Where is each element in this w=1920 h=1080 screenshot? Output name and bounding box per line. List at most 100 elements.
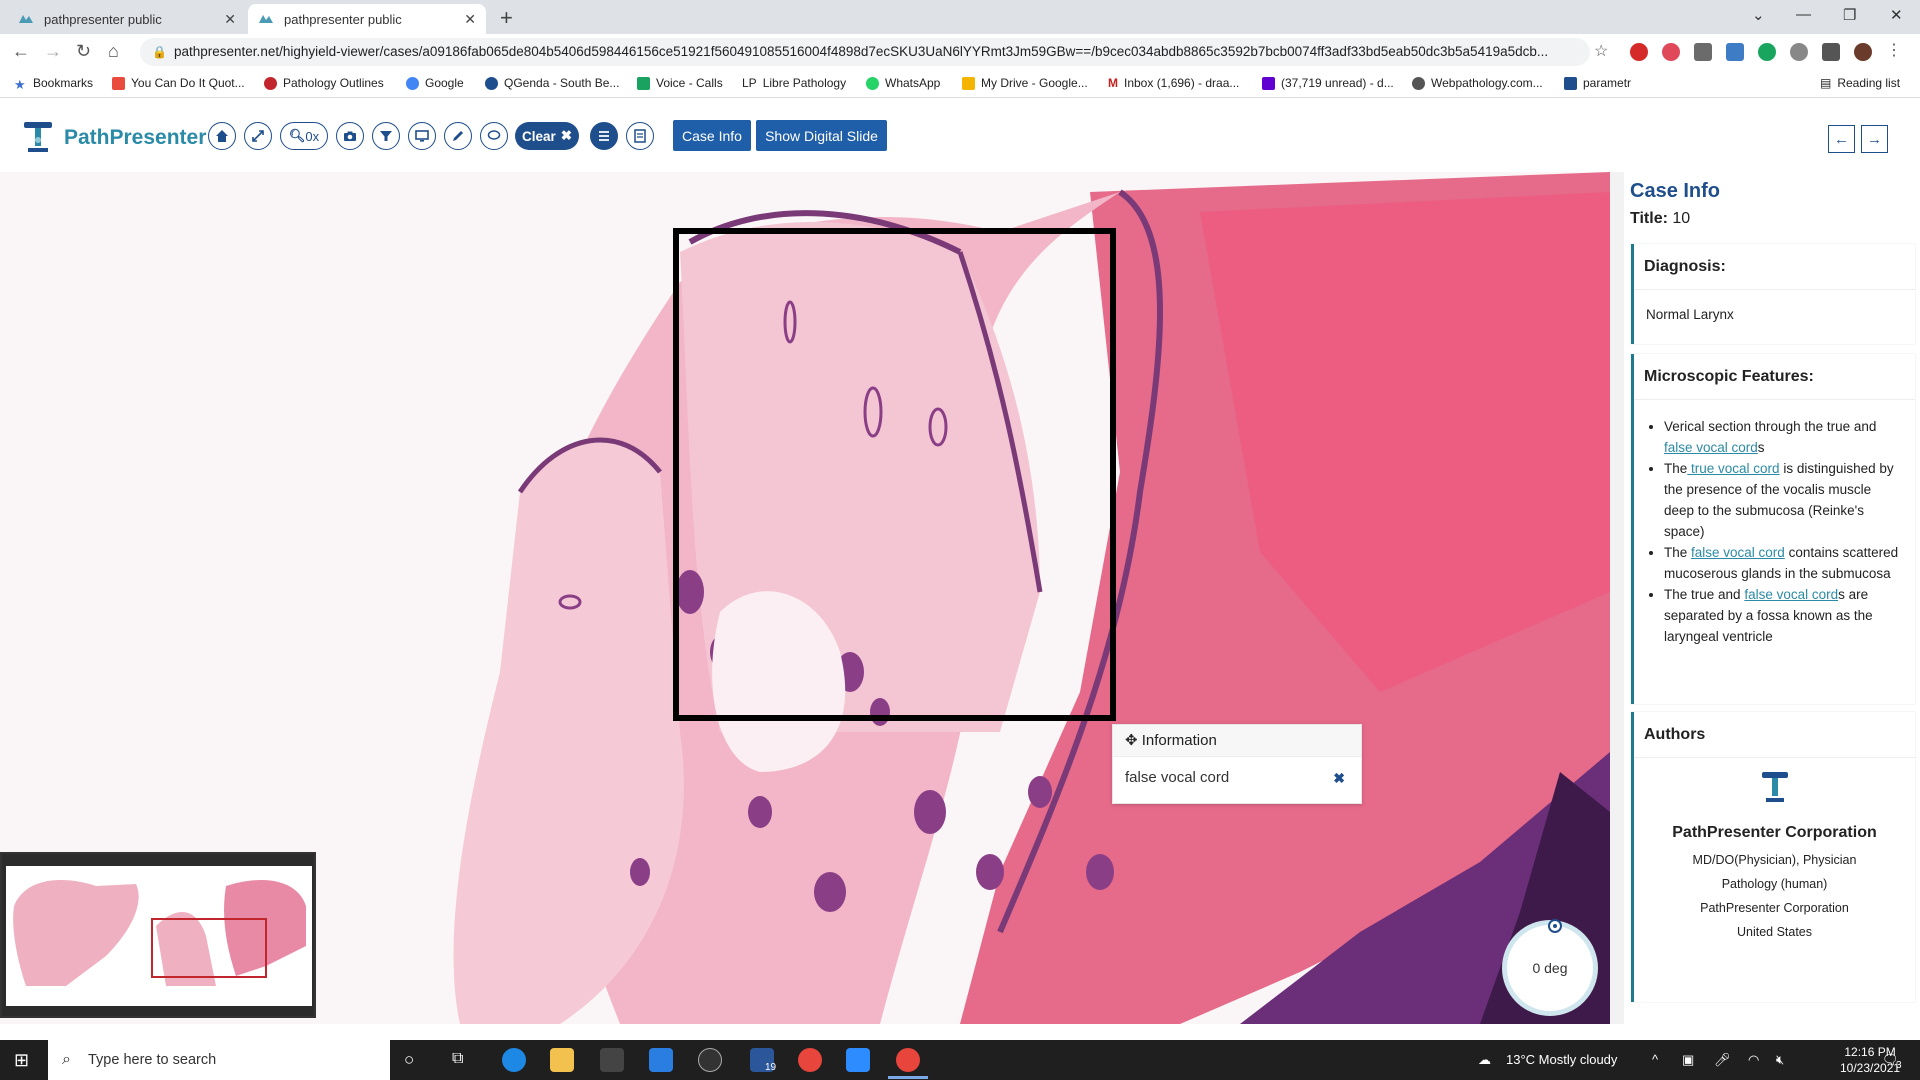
slide-viewer[interactable]: ✥ Information false vocal cord ✖ 0 deg xyxy=(0,172,1610,1024)
extension-icon[interactable] xyxy=(1790,43,1808,61)
volume-icon[interactable]: 🔇︎ xyxy=(1776,1052,1784,1068)
false-vocal-cord-link[interactable]: false vocal cord xyxy=(1691,545,1785,560)
previous-case-button[interactable]: ← xyxy=(1828,125,1855,153)
chrome-icon[interactable] xyxy=(798,1048,822,1072)
show-digital-slide-button[interactable]: Show Digital Slide xyxy=(756,120,887,151)
clear-button[interactable]: Clear ✖ xyxy=(515,122,579,150)
bookmark-item[interactable]: ★ Bookmarks xyxy=(14,76,93,92)
device-icon[interactable]: ▣ xyxy=(1682,1052,1694,1068)
chrome-profile-icon[interactable] xyxy=(896,1048,920,1072)
site-icon xyxy=(1564,76,1577,90)
screenshot-button[interactable] xyxy=(336,122,364,150)
annotate-button[interactable] xyxy=(444,122,472,150)
bookmark-star-icon[interactable]: ☆ xyxy=(1594,41,1608,61)
avatar[interactable] xyxy=(1854,43,1872,61)
minimize-icon[interactable]: — xyxy=(1796,6,1811,23)
microscope-logo-icon xyxy=(24,122,52,152)
case-info-panel: Case Info Title: 10 Diagnosis: Normal La… xyxy=(1624,172,1920,1024)
bookmark-item[interactable]: You Can Do It Quot... xyxy=(112,76,245,90)
new-tab-icon[interactable]: + xyxy=(500,5,513,31)
windows-start-icon[interactable]: ⊞ xyxy=(14,1050,29,1071)
home-icon[interactable]: ⌂ xyxy=(108,41,119,62)
bookmark-item[interactable]: Google xyxy=(406,76,464,90)
reading-list-button[interactable]: ▤ Reading list xyxy=(1820,76,1900,90)
present-button[interactable] xyxy=(408,122,436,150)
more-menu-icon[interactable]: ⋮ xyxy=(1886,43,1902,61)
file-explorer-icon[interactable] xyxy=(550,1048,574,1072)
app-logo[interactable]: PathPresenter xyxy=(20,118,206,158)
next-case-button[interactable]: → xyxy=(1861,125,1888,153)
author-org: PathPresenter Corporation xyxy=(1700,901,1849,915)
bookmark-item[interactable]: QGenda - South Be... xyxy=(485,76,619,90)
tab-title: pathpresenter public xyxy=(44,11,162,27)
bookmark-item[interactable]: My Drive - Google... xyxy=(962,76,1088,90)
reload-icon[interactable]: ↻ xyxy=(76,41,91,62)
close-tab-icon[interactable]: ✕ xyxy=(464,11,476,28)
extension-icon[interactable] xyxy=(1662,43,1680,61)
extension-icon[interactable] xyxy=(1694,43,1712,61)
forward-icon[interactable]: → xyxy=(44,41,62,62)
extension-icon[interactable] xyxy=(1726,43,1744,61)
bookmark-item[interactable]: (37,719 unread) - d... xyxy=(1262,76,1394,90)
bookmark-item[interactable]: WhatsApp xyxy=(866,76,940,90)
task-view-icon[interactable]: ⧉ xyxy=(452,1050,463,1068)
freehand-button[interactable] xyxy=(480,122,508,150)
bookmark-item[interactable]: Webpathology.com... xyxy=(1412,76,1543,90)
close-window-icon[interactable]: ✕ xyxy=(1890,6,1903,24)
bookmark-item[interactable]: parametr xyxy=(1564,76,1631,90)
expand-icon xyxy=(252,130,264,142)
annotation-box[interactable] xyxy=(673,228,1116,721)
zoom-button[interactable]: 🔍︎ 0x xyxy=(280,122,328,150)
bookmark-item[interactable]: M Inbox (1,696) - draa... xyxy=(1108,76,1239,90)
microphone-icon[interactable]: 🎤︎ xyxy=(1714,1052,1731,1068)
notes-button[interactable] xyxy=(626,122,654,150)
popup-title: Information xyxy=(1141,732,1217,749)
grammarly-icon[interactable] xyxy=(1758,43,1776,61)
tray-expand-icon[interactable]: ^ xyxy=(1652,1052,1658,1067)
bookmark-item[interactable]: Pathology Outlines xyxy=(264,76,384,90)
popup-header[interactable]: ✥ Information xyxy=(1113,725,1361,757)
browser-tab[interactable]: pathpresenter public ✕ xyxy=(8,4,246,34)
bookmark-item[interactable]: Voice - Calls xyxy=(637,76,723,90)
browser-tab-active[interactable]: pathpresenter public ✕ xyxy=(248,4,486,34)
filter-icon xyxy=(380,131,392,141)
authors-heading: Authors xyxy=(1634,712,1915,758)
back-icon[interactable]: ← xyxy=(12,41,30,62)
dell-icon[interactable] xyxy=(698,1048,722,1072)
rotation-handle[interactable] xyxy=(1548,919,1562,933)
drive-icon xyxy=(962,76,975,90)
puzzle-icon[interactable] xyxy=(1822,43,1840,61)
close-icon[interactable]: ✖ xyxy=(1333,770,1345,787)
weather-icon[interactable]: ☁ xyxy=(1478,1052,1491,1068)
store-icon[interactable] xyxy=(600,1048,624,1072)
bookmark-item[interactable]: LP Libre Pathology xyxy=(742,76,846,90)
zoom-icon: 🔍︎ xyxy=(288,128,306,143)
mail-icon[interactable] xyxy=(649,1048,673,1072)
weather-text[interactable]: 13°C Mostly cloudy xyxy=(1506,1052,1617,1067)
list-button[interactable] xyxy=(590,122,618,150)
true-vocal-cord-link[interactable]: true vocal cord xyxy=(1687,461,1780,476)
case-title: Title: 10 xyxy=(1630,210,1691,227)
edge-icon[interactable] xyxy=(502,1048,526,1072)
tab-title: pathpresenter public xyxy=(284,11,402,27)
extension-record-icon[interactable] xyxy=(1630,43,1648,61)
site-icon xyxy=(485,76,498,90)
restore-icon[interactable]: ❐ xyxy=(1843,6,1856,24)
false-vocal-cord-link[interactable]: false vocal cord xyxy=(1744,587,1838,602)
filter-button[interactable] xyxy=(372,122,400,150)
wifi-icon[interactable]: ◠ xyxy=(1748,1052,1759,1068)
minimap-canvas xyxy=(6,866,312,1006)
minimap-viewport[interactable] xyxy=(151,918,267,978)
tab-search-icon[interactable]: ⌄ xyxy=(1752,6,1765,24)
rotation-dial[interactable]: 0 deg xyxy=(1502,919,1598,1016)
fullscreen-button[interactable] xyxy=(244,122,272,150)
zoom-app-icon[interactable] xyxy=(846,1048,870,1072)
cortana-icon[interactable]: ○ xyxy=(404,1050,414,1070)
case-info-button[interactable]: Case Info xyxy=(673,120,751,151)
address-bar[interactable]: 🔒 pathpresenter.net/highyield-viewer/cas… xyxy=(140,38,1590,66)
taskbar-search[interactable]: ⌕ Type here to search xyxy=(48,1040,390,1080)
false-vocal-cord-link[interactable]: false vocal cord xyxy=(1664,440,1758,455)
slide-minimap[interactable] xyxy=(0,852,316,1018)
home-button[interactable] xyxy=(208,122,236,150)
close-tab-icon[interactable]: ✕ xyxy=(224,11,236,28)
